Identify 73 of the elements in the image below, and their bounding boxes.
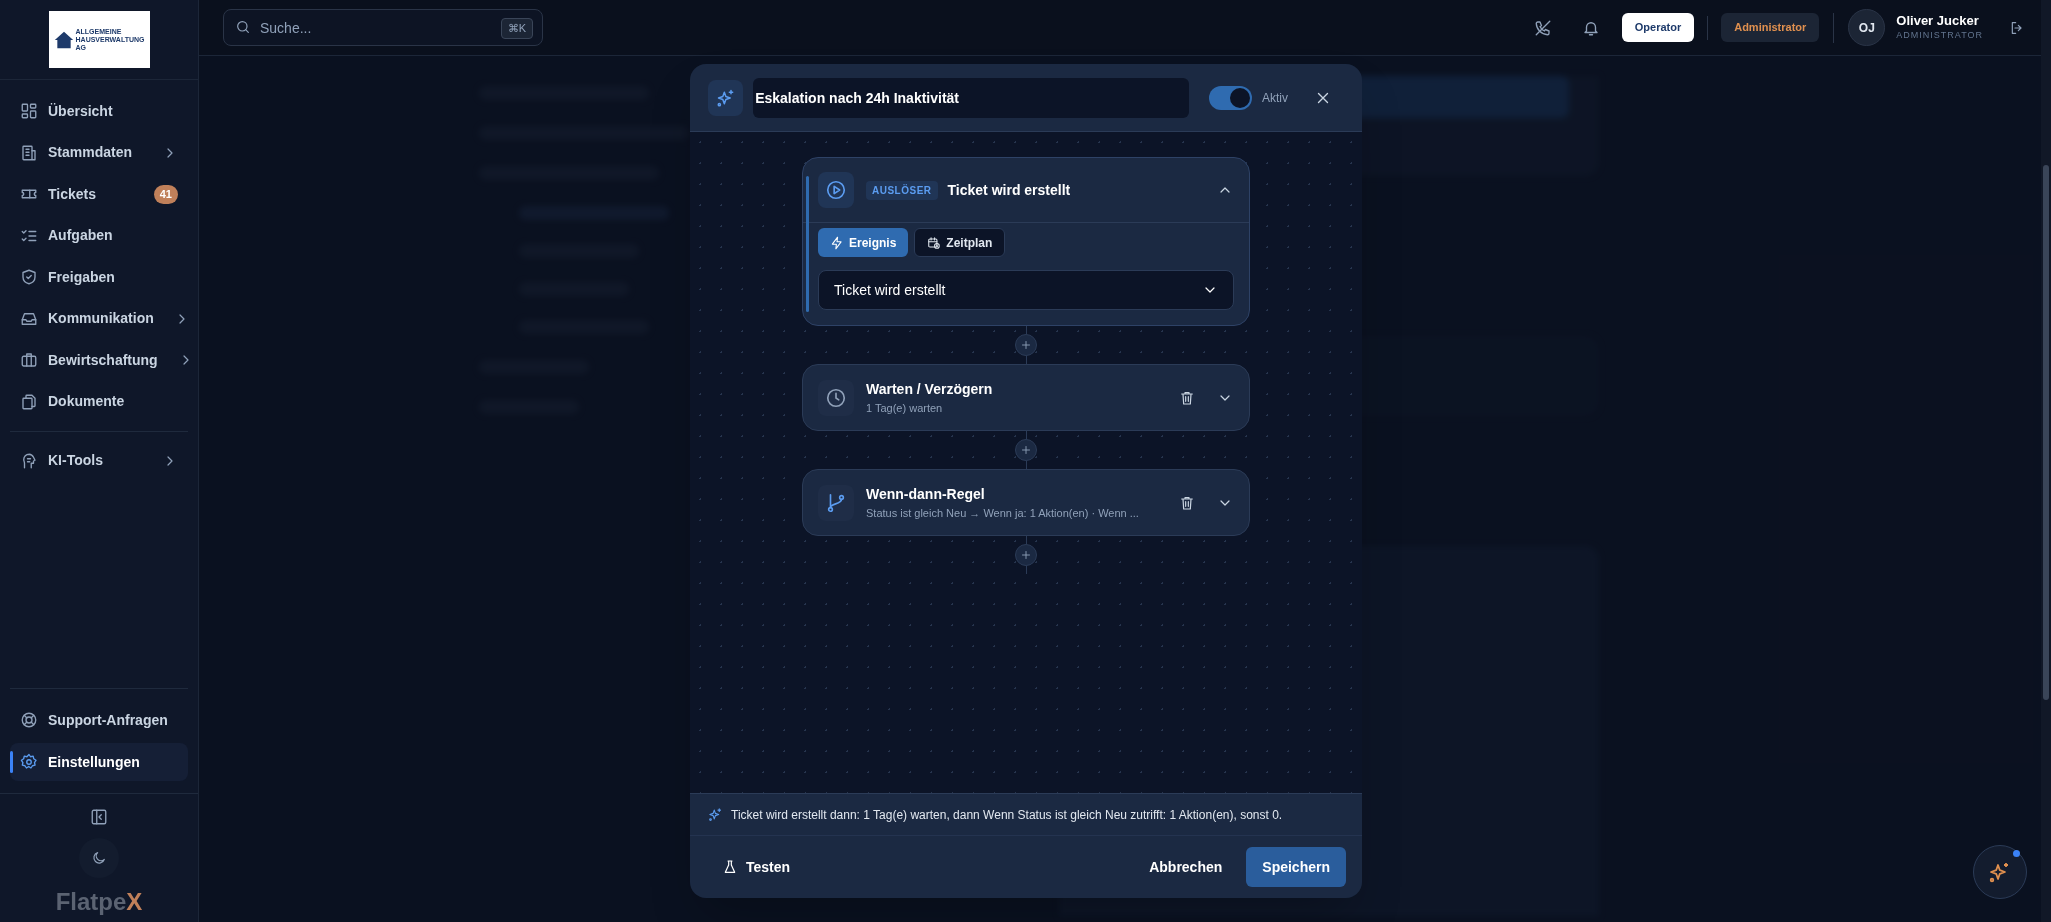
title-field[interactable]: Eskalation nach 24h Inaktivität — [753, 77, 1189, 118]
add-step-button[interactable] — [1015, 334, 1037, 356]
calendar-clock-icon — [927, 235, 942, 250]
active-toggle[interactable] — [1208, 85, 1252, 110]
trash-icon — [1179, 389, 1195, 406]
flow-summary: Ticket wird erstellt dann: 1 Tag(e) warten, dann Wenn Status ist gleich Neu zutrifft: 1 Aktion(en), sonst 0. — [731, 806, 1283, 824]
sidebar-item[interactable]: Übersicht — [10, 92, 188, 130]
building-icon — [20, 143, 38, 162]
step-description: 1 Tag(e) warten — [866, 400, 944, 416]
settings-icon — [20, 753, 38, 771]
mode-tab[interactable]: Ereignis — [818, 228, 909, 257]
head-icon — [20, 451, 38, 470]
step-description: Status ist gleich Neu → Wenn ja: 1 Aktion(en) · Wenn ... — [866, 505, 1140, 521]
sidebar-item[interactable]: Tickets 41 — [10, 175, 188, 213]
sparkle-icon — [708, 807, 723, 822]
play-circle-icon — [825, 179, 847, 201]
moon-icon — [91, 850, 107, 866]
plus-icon — [1020, 444, 1032, 456]
step-title: Ticket wird erstellt — [947, 180, 1071, 200]
briefcase-icon — [20, 351, 38, 369]
flask-icon — [722, 859, 738, 875]
step-card[interactable]: Warten / Verzögern 1 Tag(e) warten — [802, 364, 1250, 431]
lifebuoy-icon — [20, 711, 38, 729]
sidebar-item[interactable]: Kommunikation — [10, 299, 188, 338]
active-label: Aktiv — [1262, 89, 1288, 107]
grid-icon — [20, 102, 38, 120]
shield-check-icon — [20, 268, 38, 286]
user-role: ADMINISTRATOR — [1896, 29, 1983, 42]
plus-icon — [1020, 549, 1032, 561]
collapse-sidebar-button[interactable] — [90, 808, 108, 826]
step-title: Warten / Verzögern — [866, 379, 994, 399]
brand-logo: FlatpeX — [55, 890, 143, 914]
scrollbar-thumb[interactable] — [2043, 165, 2049, 700]
branch-icon — [825, 491, 847, 514]
sparkle-icon — [715, 87, 736, 108]
cancel-button[interactable]: Abbrechen — [1135, 847, 1237, 887]
sidebar-item[interactable]: Bewirtschaftung — [10, 341, 188, 379]
sidebar-item[interactable]: Support-Anfragen — [10, 701, 188, 739]
sidebar-item[interactable]: Einstellungen — [10, 743, 188, 781]
role-button[interactable]: Operator — [1621, 13, 1695, 42]
trigger-badge: AUSLÖSER — [866, 180, 938, 200]
assistant-button[interactable] — [1973, 845, 2027, 899]
user-name: Oliver Jucker — [1896, 13, 1980, 29]
event-select[interactable]: Ticket wird erstellt — [818, 270, 1234, 310]
phone-off-icon — [1533, 18, 1552, 37]
test-button[interactable]: Testen — [722, 856, 791, 878]
documents-icon — [20, 392, 38, 411]
sidebar-item[interactable]: Freigaben — [10, 258, 188, 296]
delete-button[interactable] — [1179, 389, 1195, 406]
step-card[interactable]: Wenn-dann-Regel Status ist gleich Neu → Wenn ja: 1 Aktion(en) · Wenn ... — [802, 469, 1250, 536]
step-title: Wenn-dann-Regel — [866, 484, 986, 504]
sidebar-collapse-icon — [90, 808, 108, 826]
role-button[interactable]: Administrator — [1721, 13, 1820, 42]
phone-off-button[interactable] — [1533, 18, 1552, 37]
sidebar-item[interactable]: Stammdaten — [10, 133, 188, 172]
count-badge: 41 — [153, 184, 178, 204]
plus-icon — [1020, 339, 1032, 351]
add-step-button[interactable] — [1015, 439, 1037, 461]
trash-icon — [1179, 494, 1195, 511]
search-icon — [235, 19, 251, 35]
delete-button[interactable] — [1179, 494, 1195, 511]
add-step-button[interactable] — [1015, 544, 1037, 566]
lightning-icon — [830, 235, 844, 250]
user-avatar[interactable]: OJ — [1848, 9, 1886, 46]
shortcut-badge: ⌘K — [500, 18, 533, 39]
sidebar-item[interactable]: Dokumente — [10, 382, 188, 421]
theme-toggle-button[interactable] — [79, 838, 119, 878]
clock-icon — [825, 386, 847, 409]
sidebar-item[interactable]: Aufgaben — [10, 216, 188, 255]
save-button[interactable]: Speichern — [1246, 847, 1346, 887]
house-icon — [53, 29, 74, 50]
mode-tab[interactable]: Zeitplan — [914, 228, 1006, 257]
sidebar-item[interactable]: KI-Tools — [10, 441, 188, 480]
